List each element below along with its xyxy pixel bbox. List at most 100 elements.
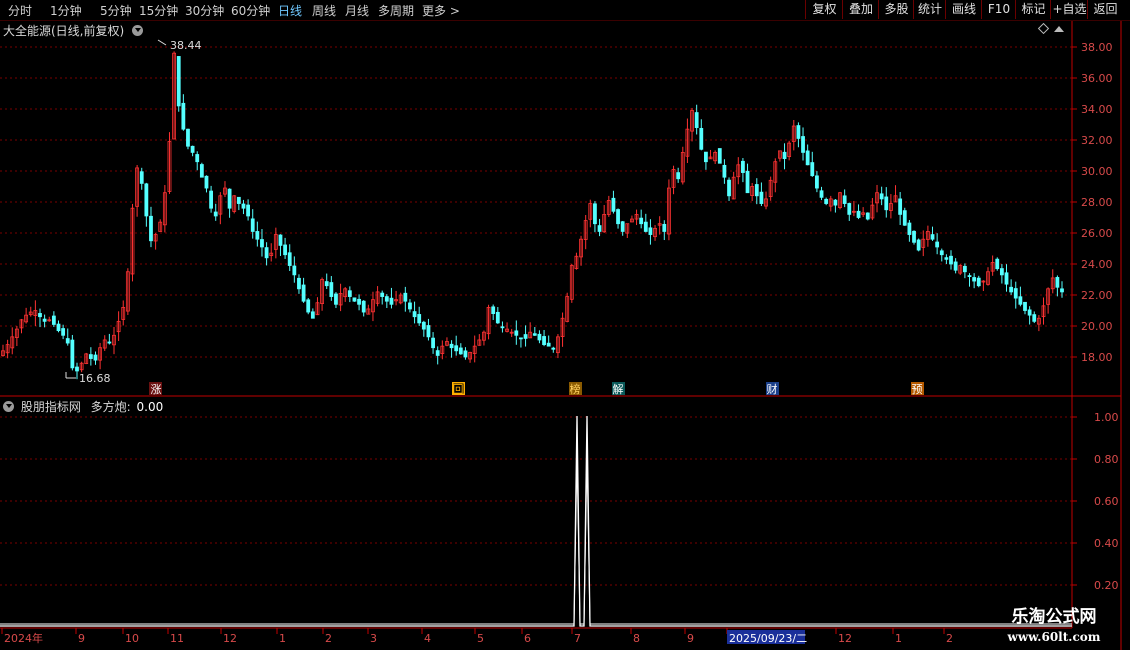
candle-body (112, 334, 116, 346)
candle-body (334, 293, 338, 305)
svg-text:回: 回 (453, 383, 464, 396)
dropdown-circle-icon[interactable] (3, 401, 14, 412)
date-label: 4 (424, 632, 431, 645)
high-marker: 38.44 (157, 39, 202, 52)
candle-body (477, 339, 482, 346)
candle-body (833, 199, 838, 206)
candle-body (463, 350, 468, 358)
date-label: 10 (125, 632, 139, 645)
candle-body (412, 311, 417, 318)
candle-body (574, 255, 579, 269)
period-fenshi[interactable]: 分时 (8, 2, 32, 19)
candle-body (255, 231, 260, 240)
candle-body (301, 284, 306, 302)
candle-body (47, 319, 52, 322)
candle-body (375, 291, 380, 304)
period-15min[interactable]: 15分钟 (139, 2, 178, 19)
add-favorite-button[interactable]: +自选 (1050, 0, 1088, 19)
candle-body (546, 342, 551, 347)
period-multi[interactable]: 多周期 (378, 2, 414, 19)
signal-line (0, 415, 1072, 627)
period-more[interactable]: 更多 > (422, 2, 460, 19)
candle-body (754, 184, 759, 197)
candle-body (685, 128, 690, 157)
candle-body (98, 347, 103, 361)
stock-title: 大全能源(日线,前复权) (3, 24, 125, 38)
period-daily[interactable]: 日线 (278, 2, 302, 19)
candle-body (907, 222, 912, 235)
period-1min[interactable]: 1分钟 (50, 2, 82, 19)
period-weekly[interactable]: 周线 (312, 2, 336, 19)
candle-body (445, 341, 449, 346)
svg-text:榜: 榜 (570, 382, 581, 396)
candle-body (495, 311, 500, 324)
fuquan-button[interactable]: 复权 (805, 0, 843, 19)
candle-body (805, 150, 810, 166)
candle-body (236, 196, 241, 204)
candle-body (435, 350, 440, 356)
candle-body (315, 302, 320, 316)
statistics-button[interactable]: 统计 (913, 0, 946, 19)
candle-body (625, 223, 630, 234)
candle-body (75, 366, 79, 372)
date-label: 5 (477, 632, 484, 645)
indicator-y-tick-label: 1.00 (1094, 411, 1119, 424)
multi-stock-button[interactable]: 多股 (878, 0, 914, 19)
candle-body (195, 154, 200, 163)
candle-body (630, 218, 634, 223)
indicator-title[interactable]: 股朋指标网 多方炮: 0.00 (3, 398, 163, 415)
candle-body (810, 162, 815, 177)
candle-body (620, 221, 625, 232)
mark-button[interactable]: 标记 (1015, 0, 1051, 19)
candle-body (870, 204, 875, 219)
candle-body (648, 227, 653, 235)
candle-body (509, 331, 514, 334)
candle-body (593, 203, 597, 225)
candle-body (190, 145, 195, 153)
candle-body (935, 241, 940, 248)
candle-body (19, 319, 24, 329)
candle-body (967, 275, 972, 277)
main-chart-title[interactable]: 大全能源(日线,前复权) (3, 22, 144, 39)
candle-body (962, 265, 967, 273)
candle-body (352, 297, 357, 302)
candle-body (107, 341, 112, 344)
f10-button[interactable]: F10 (981, 0, 1016, 19)
y-tick-label: 34.00 (1081, 103, 1113, 116)
candle-body (329, 282, 334, 297)
candle-body (602, 213, 607, 233)
candle-body (727, 179, 731, 197)
candle-body (912, 230, 916, 243)
event-marker-cai: 财 (766, 382, 779, 396)
draw-line-button[interactable]: 画线 (945, 0, 982, 19)
candle-body (953, 261, 958, 271)
candle-body (815, 175, 819, 189)
indicator-value: 0.00 (136, 400, 164, 414)
candle-body (287, 252, 292, 266)
overlay-button[interactable]: 叠加 (842, 0, 879, 19)
candle-body (153, 234, 158, 242)
candle-body (986, 271, 990, 285)
candle-body (588, 203, 593, 220)
candle-body (116, 320, 121, 333)
period-5min[interactable]: 5分钟 (100, 2, 132, 19)
low-label: 16.68 (79, 372, 111, 385)
candle-body (1, 350, 5, 356)
period-30min[interactable]: 30分钟 (185, 2, 224, 19)
candle-body (121, 306, 126, 320)
back-button[interactable]: 返回 (1087, 0, 1123, 19)
indicator-y-tick-label: 0.40 (1094, 537, 1119, 550)
candle-body (875, 192, 879, 204)
candle-body (690, 110, 694, 132)
candle-body (454, 345, 459, 352)
period-60min[interactable]: 60分钟 (231, 2, 270, 19)
date-label: 3 (370, 632, 377, 645)
candle-body (1060, 288, 1064, 293)
dropdown-circle-icon[interactable] (132, 25, 144, 36)
candle-body (380, 292, 385, 297)
candle-body (306, 299, 311, 313)
watermark-line2: www.60lt.com (1007, 630, 1101, 644)
period-monthly[interactable]: 月线 (345, 2, 369, 19)
svg-text:解: 解 (613, 382, 624, 396)
indicator-y-tick-label: 0.60 (1094, 495, 1119, 508)
